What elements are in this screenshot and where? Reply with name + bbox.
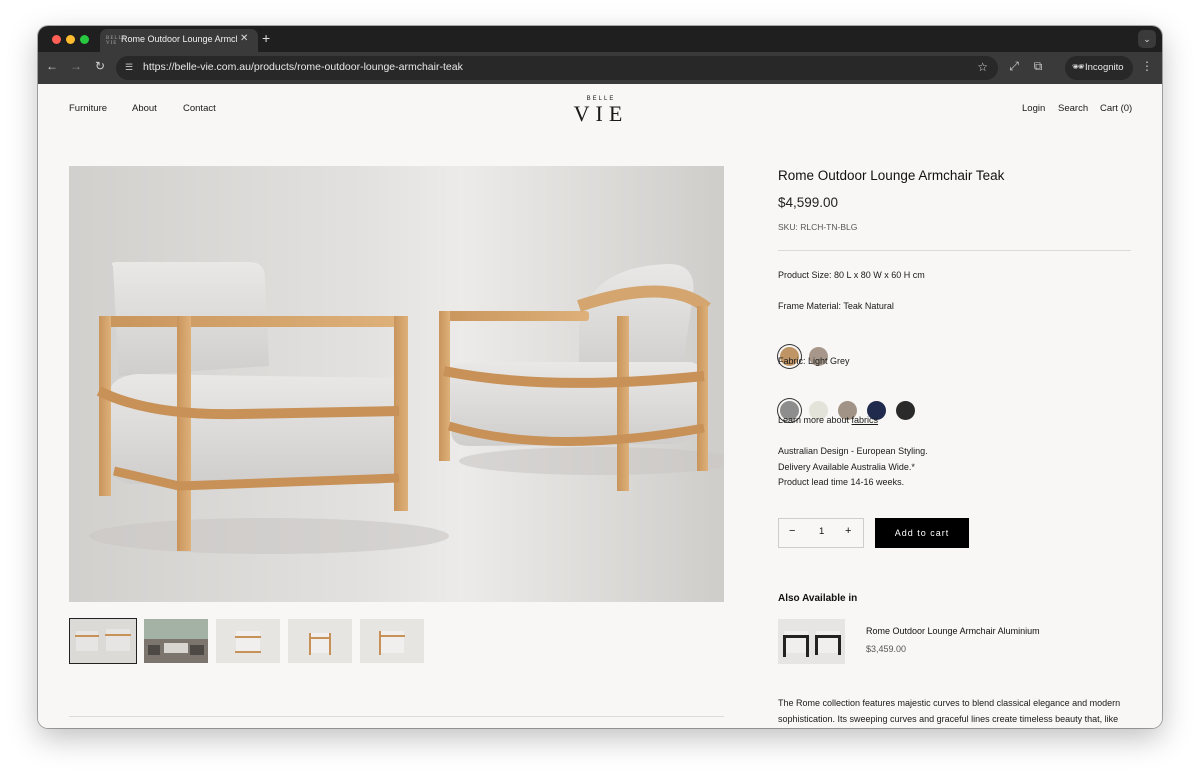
product-sku: SKU: RLCH-TN-BLG	[778, 222, 858, 232]
url-text[interactable]: https://belle-vie.com.au/products/rome-o…	[143, 61, 463, 73]
bookmark-star-icon[interactable]: ☆	[977, 60, 988, 74]
logo-bottom-text: VIE	[573, 101, 629, 126]
quantity-value[interactable]: 1	[819, 526, 824, 537]
close-window-button[interactable]	[52, 35, 61, 44]
quantity-decrease-button[interactable]: −	[789, 525, 795, 537]
frame-material-row: Frame Material: Teak Natural	[778, 301, 894, 311]
product-description: The Rome collection features majestic cu…	[778, 698, 1121, 724]
nav-cart[interactable]: Cart (0)	[1100, 103, 1132, 114]
fabrics-link[interactable]: fabrics	[852, 415, 879, 425]
thumbnail-1[interactable]	[69, 618, 137, 664]
minimize-window-button[interactable]	[66, 35, 75, 44]
also-available-name[interactable]: Rome Outdoor Lounge Armchair Aluminium	[866, 626, 1040, 636]
also-available-heading: Also Available in	[778, 593, 858, 604]
fabric-row: Fabric: Light Grey	[778, 356, 850, 366]
quantity-stepper: − 1 +	[778, 518, 864, 548]
nav-contact[interactable]: Contact	[183, 103, 216, 114]
menu-icon[interactable]: ⋮	[1139, 59, 1155, 73]
nav-login[interactable]: Login	[1022, 103, 1045, 114]
info-divider	[778, 250, 1131, 251]
tab-bar: BELLE VIE Rome Outdoor Lounge Armchair T…	[38, 26, 1162, 52]
info-line-2: Delivery Available Australia Wide.*	[778, 462, 915, 472]
quantity-increase-button[interactable]: +	[845, 525, 851, 537]
maximize-window-button[interactable]	[80, 35, 89, 44]
product-size: Product Size: 80 L x 80 W x 60 H cm	[778, 270, 925, 280]
learn-more-text: Learn more about fabrics	[778, 415, 878, 425]
thumbnail-4[interactable]	[288, 619, 352, 663]
fabric-swatch-5[interactable]	[896, 401, 915, 420]
incognito-icon: 🕶	[1072, 62, 1085, 73]
content-divider	[69, 716, 724, 717]
tab-active[interactable]: BELLE VIE Rome Outdoor Lounge Armchair T…	[100, 29, 258, 52]
thumbnail-3[interactable]	[216, 619, 280, 663]
new-tab-icon[interactable]: +	[262, 30, 270, 46]
extensions-icon[interactable]: ⧉	[1030, 59, 1046, 74]
product-title: Rome Outdoor Lounge Armchair Teak	[778, 168, 1005, 183]
tab-title: Rome Outdoor Lounge Armchair Teak	[121, 34, 237, 44]
frame-label: Frame Material:	[778, 301, 842, 311]
incognito-badge[interactable]: 🕶 Incognito	[1065, 56, 1133, 80]
tab-dropdown-icon[interactable]: ⌄	[1138, 30, 1156, 48]
product-main-image[interactable]	[69, 166, 724, 602]
also-available-price: $3,459.00	[866, 644, 907, 654]
nav-furniture[interactable]: Furniture	[69, 103, 107, 114]
thumbnail-5[interactable]	[360, 619, 424, 663]
fullscreen-icon[interactable]: ⤢	[1006, 59, 1022, 74]
info-line-1: Australian Design - European Styling.	[778, 446, 928, 456]
incognito-label: Incognito	[1085, 62, 1124, 73]
product-price: $4,599.00	[778, 195, 839, 210]
address-bar[interactable]: ☰ https://belle-vie.com.au/products/rome…	[116, 56, 998, 80]
tab-favicon-icon: BELLE VIE	[106, 36, 127, 46]
browser-window: BELLE VIE Rome Outdoor Lounge Armchair T…	[38, 26, 1162, 728]
back-icon[interactable]: ←	[44, 59, 60, 73]
fabric-label: Fabric:	[778, 356, 806, 366]
reload-icon[interactable]: ↻	[92, 59, 108, 73]
thumbnail-2[interactable]	[144, 619, 208, 663]
toolbar: ← → ↻ ☰ https://belle-vie.com.au/product…	[38, 52, 1162, 84]
nav-search[interactable]: Search	[1058, 103, 1088, 114]
info-line-3: Product lead time 14-16 weeks.	[778, 477, 905, 487]
site-info-icon[interactable]: ☰	[125, 62, 136, 73]
fabric-value: Light Grey	[808, 356, 850, 366]
web-page: Furniture About Contact BELLE VIE Login …	[38, 84, 1162, 728]
learn-more-prefix: Learn more about	[778, 415, 852, 425]
add-to-cart-button[interactable]: Add to cart	[875, 518, 969, 548]
forward-icon[interactable]: →	[68, 59, 84, 73]
armchairs-illustration	[89, 262, 724, 554]
close-tab-icon[interactable]: ✕	[240, 33, 248, 44]
also-available-image[interactable]	[778, 619, 845, 664]
frame-value: Teak Natural	[843, 301, 894, 311]
nav-about[interactable]: About	[132, 103, 157, 114]
